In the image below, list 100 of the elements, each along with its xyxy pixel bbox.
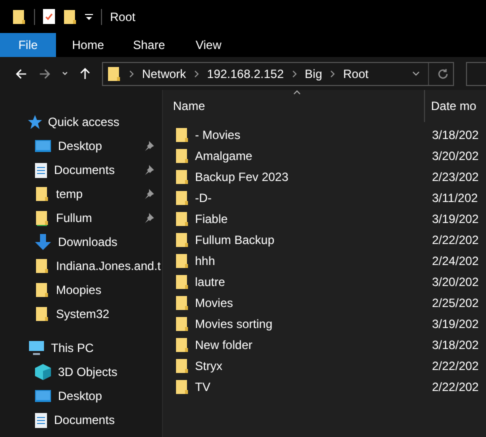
chevron-right-icon: [330, 70, 336, 78]
file-row[interactable]: Stryx 2/22/202: [163, 355, 486, 376]
file-name: Fiable: [195, 210, 228, 228]
file-row[interactable]: Fiable 3/19/202: [163, 208, 486, 229]
folder-icon: [175, 126, 189, 142]
ribbon-tab[interactable]: File: [0, 33, 56, 57]
file-row[interactable]: Fullum Backup 2/22/202: [163, 229, 486, 250]
folder-icon: [35, 282, 49, 298]
desktop-icon: [35, 390, 51, 402]
file-name: - Movies: [195, 126, 240, 144]
search-field[interactable]: [466, 62, 486, 86]
up-arrow-icon[interactable]: [80, 67, 90, 80]
document-icon: [35, 162, 47, 178]
folder-icon: [175, 274, 189, 290]
network-folder-icon: [35, 210, 49, 226]
sidebar-item[interactable]: Desktop: [0, 134, 162, 158]
file-row[interactable]: TV 2/22/202: [163, 376, 486, 397]
date-cell-text: 2/22/202: [431, 378, 479, 396]
sidebar-item[interactable]: Moopies: [0, 278, 162, 302]
file-row[interactable]: Movies 2/25/202: [163, 292, 486, 313]
date-cell-text: 3/11/202: [431, 190, 478, 206]
folder-icon: [35, 306, 49, 322]
date-cell-text: 2/25/202: [431, 294, 479, 312]
date-cell-text: 3/20/202: [431, 148, 479, 164]
sidebar-item[interactable]: System32: [0, 302, 162, 326]
dropdown-icon[interactable]: [85, 12, 93, 20]
folder-icon: [175, 294, 189, 310]
chevron-right-icon: [292, 70, 297, 78]
folder-icon: [175, 168, 189, 184]
date-cell-text: 3/19/202: [431, 316, 479, 332]
file-row[interactable]: Backup Fev 2023 2/23/202: [163, 166, 486, 187]
file-name: hhh: [195, 252, 216, 270]
ribbon-tab[interactable]: Home: [56, 33, 117, 57]
ribbon-tab[interactable]: Share: [117, 33, 178, 57]
sidebar-item[interactable]: Downloads: [0, 230, 162, 254]
folder-icon: [175, 210, 189, 226]
file-name: lautre: [195, 274, 226, 290]
date-cell-text: 2/22/202: [431, 232, 479, 248]
file-name: TV: [195, 378, 210, 396]
date-cell-text: 3/18/202: [431, 126, 479, 144]
column-header[interactable]: Name: [163, 90, 425, 122]
file-row[interactable]: -D- 3/11/202: [163, 187, 486, 208]
breadcrumb-item[interactable]: Network: [142, 64, 186, 82]
folder-icon: [12, 8, 26, 24]
breadcrumb-item[interactable]: 192.168.2.152: [207, 64, 284, 82]
file-row[interactable]: lautre 3/20/202: [163, 271, 486, 292]
folder-icon: [175, 232, 189, 248]
forward-arrow-icon[interactable]: [38, 68, 50, 80]
caret-down-icon[interactable]: [412, 71, 420, 76]
breadcrumb-item[interactable]: Big: [304, 64, 322, 82]
file-name: New folder: [195, 336, 252, 354]
date-cell-text: 2/22/202: [431, 358, 479, 374]
date-cell-text: 3/18/202: [431, 336, 479, 354]
sidebar-item[interactable]: Indiana.Jones.and.t: [0, 254, 162, 278]
folder-icon: [175, 358, 189, 374]
date-cell-text: 2/23/202: [431, 168, 479, 186]
document-icon: [35, 412, 47, 428]
file-row[interactable]: New folder 3/18/202: [163, 334, 486, 355]
sidebar-item[interactable]: temp: [0, 182, 162, 206]
file-row[interactable]: - Movies 3/18/202: [163, 124, 486, 145]
sidebar-item[interactable]: Documents: [0, 408, 162, 432]
file-name: -D-: [195, 190, 212, 206]
folder-icon: [175, 190, 189, 206]
star-icon: [28, 115, 42, 129]
file-name: Backup Fev 2023: [195, 168, 288, 186]
sidebar-item[interactable]: Fullum: [0, 206, 162, 230]
computer-icon: [28, 341, 45, 355]
file-row[interactable]: Movies sorting 3/19/202: [163, 313, 486, 334]
folder-icon: [35, 258, 49, 274]
folder-icon: [175, 316, 189, 332]
sidebar-item[interactable]: 3D Objects: [0, 360, 162, 384]
date-cell-text: 2/24/202: [431, 252, 479, 270]
file-row[interactable]: hhh 2/24/202: [163, 250, 486, 271]
folder-icon: [35, 186, 49, 202]
checked-document-icon[interactable]: [43, 9, 55, 24]
file-name: Movies: [195, 294, 234, 312]
sidebar-section[interactable]: This PC: [0, 336, 162, 360]
chevron-right-icon: [194, 70, 200, 78]
file-name: Amalgame: [195, 148, 252, 164]
sort-caret-icon: [293, 90, 301, 95]
address-field[interactable]: Network 192.168.2.152 Big Root: [102, 62, 454, 86]
folder-icon: [107, 66, 122, 82]
ribbon-tab[interactable]: View: [178, 33, 239, 57]
file-row[interactable]: Amalgame 3/20/202: [163, 145, 486, 166]
folder-icon: [175, 336, 189, 352]
file-name: Stryx: [195, 358, 222, 374]
folder-icon: [175, 252, 189, 268]
date-cell-text: 3/20/202: [431, 274, 479, 290]
column-header[interactable]: Date mo: [425, 90, 476, 122]
refresh-icon[interactable]: [437, 68, 450, 80]
desktop-icon: [35, 140, 51, 152]
back-arrow-icon[interactable]: [16, 68, 27, 80]
sidebar-item[interactable]: Documents: [0, 158, 162, 182]
sidebar-section[interactable]: Quick access: [0, 110, 162, 134]
sidebar-item[interactable]: Desktop: [0, 384, 162, 408]
file-name: Fullum Backup: [195, 232, 274, 248]
folder-icon: [175, 378, 189, 394]
breadcrumb-item[interactable]: Root: [343, 64, 368, 82]
caret-down-icon[interactable]: [62, 71, 68, 76]
chevron-right-icon: [129, 70, 134, 78]
